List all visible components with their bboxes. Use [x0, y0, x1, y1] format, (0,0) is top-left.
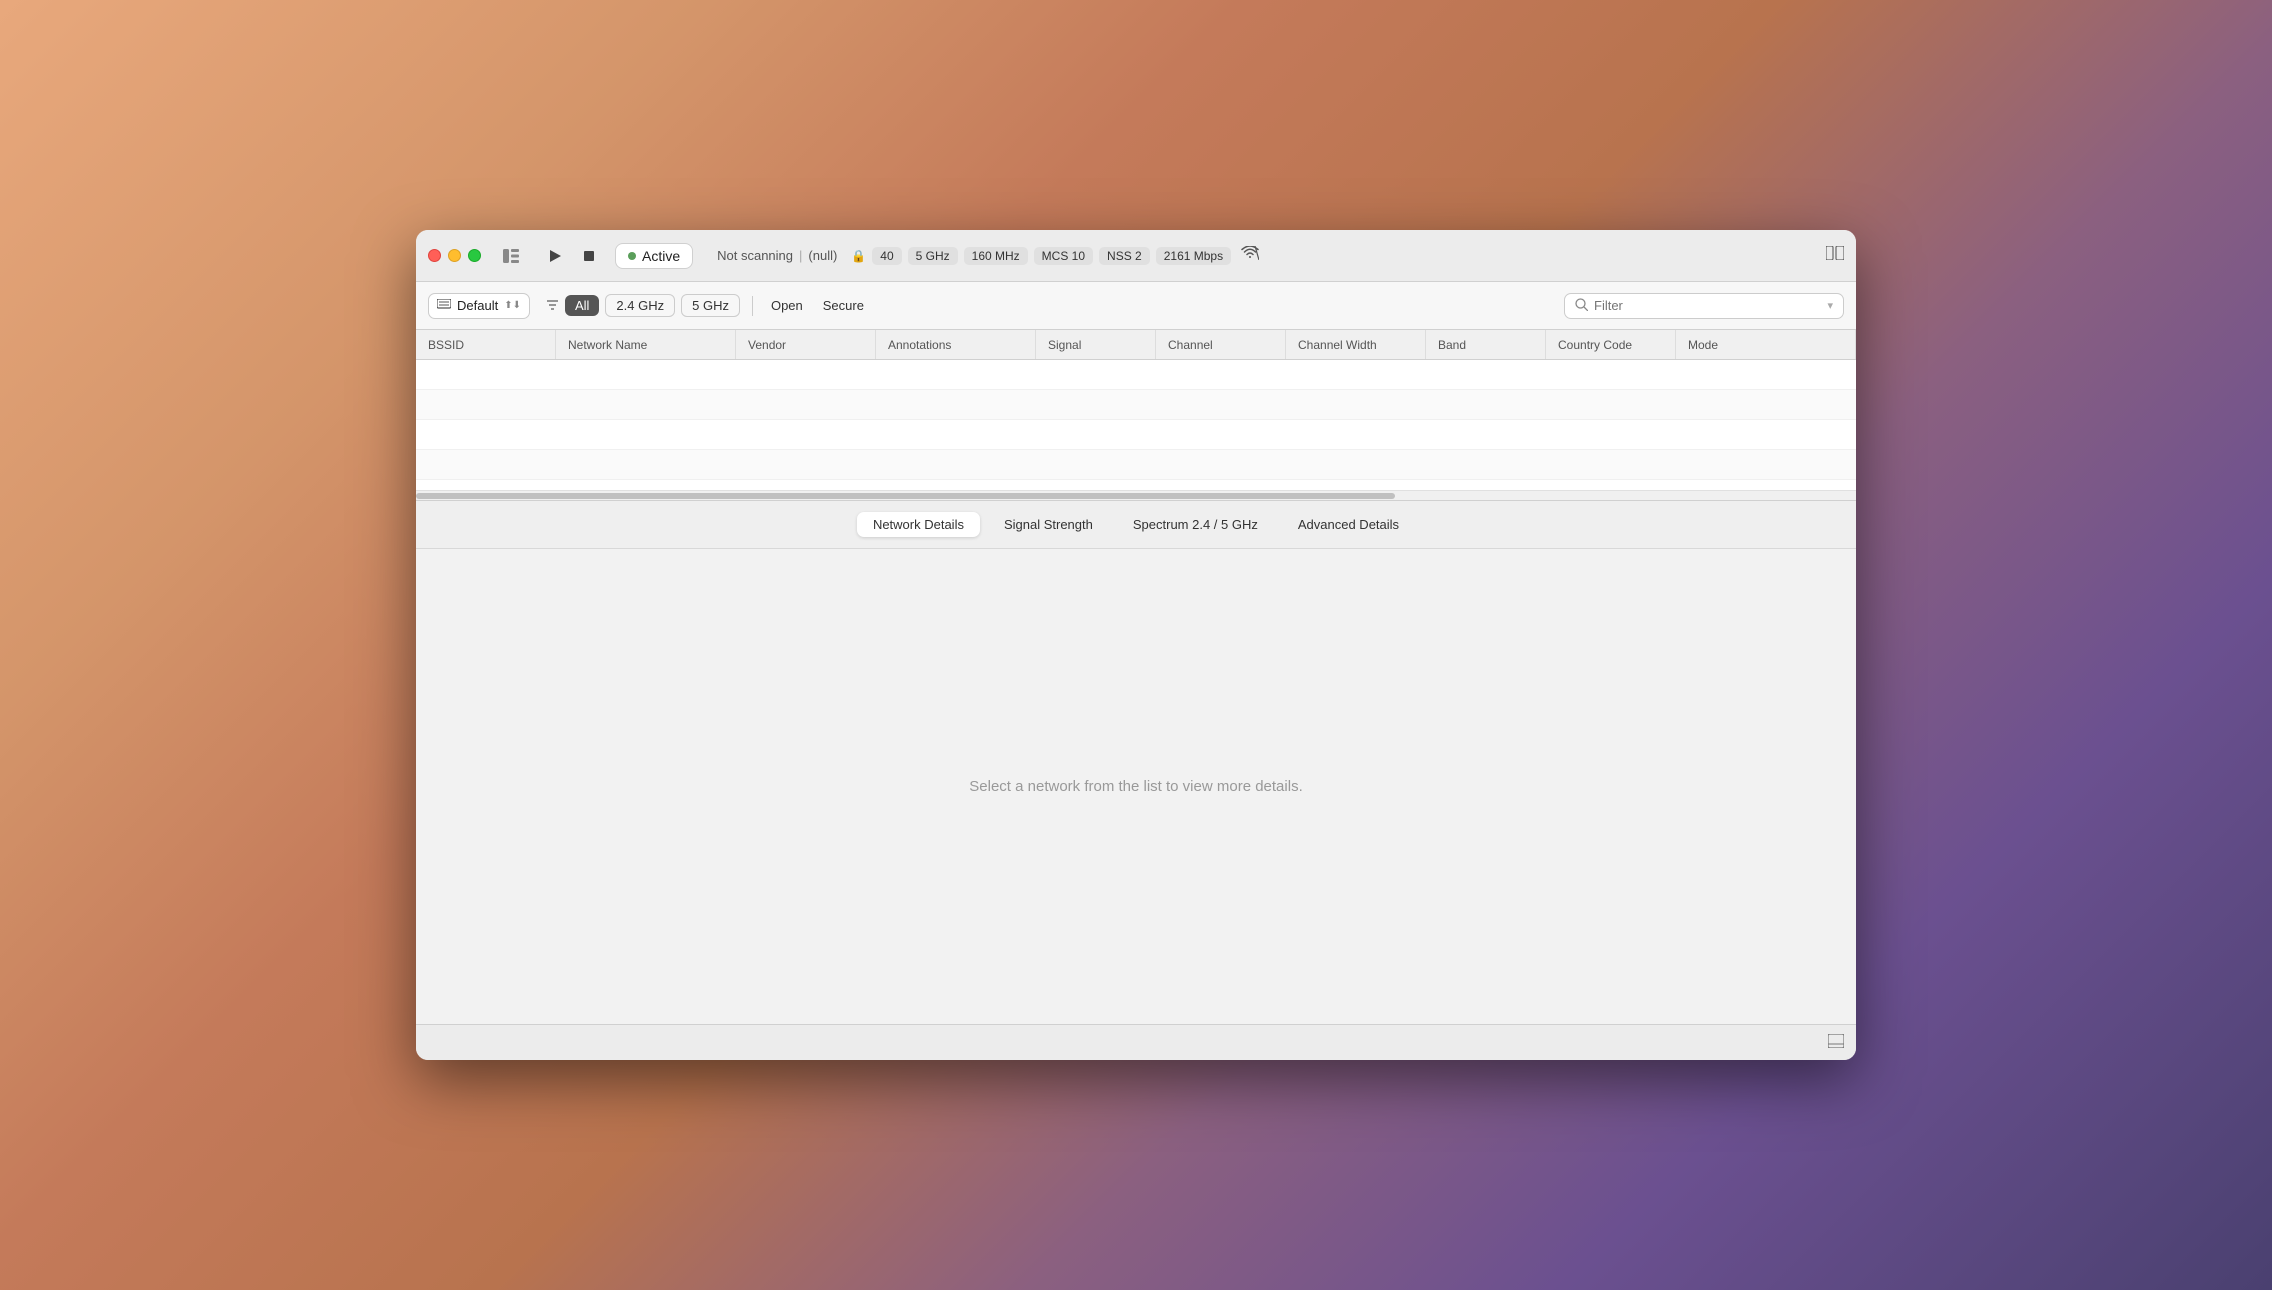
status-area: Not scanning | (null) 🔒 40 5 GHz 160 MHz… — [717, 246, 1818, 265]
toolbar-divider — [752, 296, 753, 316]
table-row[interactable] — [416, 360, 1856, 390]
traffic-lights — [428, 249, 481, 262]
col-signal: Signal — [1036, 330, 1156, 359]
table-body — [416, 360, 1856, 490]
search-area[interactable]: ▾ — [1564, 293, 1844, 319]
tab-network-details[interactable]: Network Details — [857, 512, 980, 537]
status-separator: | — [799, 248, 802, 263]
search-input[interactable] — [1594, 298, 1821, 313]
nss-badge: NSS 2 — [1099, 247, 1150, 265]
empty-state-message: Select a network from the list to view m… — [969, 778, 1302, 795]
col-annotations-label: Annotations — [888, 338, 951, 352]
filter-all-button[interactable]: All — [565, 295, 599, 316]
playback-controls — [541, 242, 603, 270]
col-bssid-label: BSSID — [428, 338, 464, 352]
col-bssid: BSSID — [416, 330, 556, 359]
bottom-icon — [1828, 1034, 1844, 1051]
table-row[interactable] — [416, 450, 1856, 480]
filter-24ghz-button[interactable]: 2.4 GHz — [605, 294, 675, 317]
bottom-bar — [416, 1024, 1856, 1060]
profile-name: Default — [457, 298, 498, 313]
col-network-name: Network Name — [556, 330, 736, 359]
profile-icon — [437, 298, 451, 314]
play-button[interactable] — [541, 242, 569, 270]
table-row[interactable] — [416, 390, 1856, 420]
profile-chevron-icon: ⬆⬇ — [504, 300, 521, 311]
scrollbar-thumb[interactable] — [416, 493, 1395, 499]
tab-spectrum[interactable]: Spectrum 2.4 / 5 GHz — [1117, 512, 1274, 537]
content-area: Select a network from the list to view m… — [416, 549, 1856, 1024]
col-signal-label: Signal — [1048, 338, 1081, 352]
stop-button[interactable] — [575, 242, 603, 270]
col-channel-width: Channel Width — [1286, 330, 1426, 359]
col-width-label: Channel Width — [1298, 338, 1377, 352]
col-country-label: Country Code — [1558, 338, 1632, 352]
wifi-icon — [1241, 246, 1259, 265]
col-network-label: Network Name — [568, 338, 647, 352]
lock-icon: 🔒 — [851, 249, 866, 263]
col-mode-label: Mode — [1688, 338, 1718, 352]
search-dropdown-icon[interactable]: ▾ — [1827, 299, 1833, 312]
tabs-bar: Network Details Signal Strength Spectrum… — [416, 501, 1856, 549]
col-channel-label: Channel — [1168, 338, 1213, 352]
search-icon — [1575, 298, 1588, 314]
channel-badge: 40 — [872, 247, 901, 265]
active-label: Active — [642, 248, 680, 264]
col-annotations: Annotations — [876, 330, 1036, 359]
active-status-badge: Active — [615, 243, 693, 269]
col-band-label: Band — [1438, 338, 1466, 352]
mcs-badge: MCS 10 — [1034, 247, 1093, 265]
table-row[interactable] — [416, 420, 1856, 450]
width-badge: 160 MHz — [964, 247, 1028, 265]
band-badge: 5 GHz — [908, 247, 958, 265]
network-name: (null) — [808, 248, 837, 263]
profile-selector[interactable]: Default ⬆⬇ — [428, 293, 530, 319]
filter-open-button[interactable]: Open — [765, 295, 809, 316]
minimize-button[interactable] — [448, 249, 461, 262]
main-window: Active Not scanning | (null) 🔒 40 5 GHz … — [416, 230, 1856, 1060]
filter-section: All 2.4 GHz 5 GHz — [546, 294, 740, 317]
col-band: Band — [1426, 330, 1546, 359]
col-vendor: Vendor — [736, 330, 876, 359]
filter-5ghz-button[interactable]: 5 GHz — [681, 294, 740, 317]
rate-badge: 2161 Mbps — [1156, 247, 1231, 265]
col-vendor-label: Vendor — [748, 338, 786, 352]
filter-secure-button[interactable]: Secure — [817, 295, 870, 316]
maximize-button[interactable] — [468, 249, 481, 262]
col-mode: Mode — [1676, 330, 1856, 359]
network-table: BSSID Network Name Vendor Annotations Si… — [416, 330, 1856, 501]
active-dot — [628, 252, 636, 260]
tab-advanced-details[interactable]: Advanced Details — [1282, 512, 1415, 537]
toolbar: Default ⬆⬇ All 2.4 GHz 5 GHz Open Secure — [416, 282, 1856, 330]
close-button[interactable] — [428, 249, 441, 262]
titlebar: Active Not scanning | (null) 🔒 40 5 GHz … — [416, 230, 1856, 282]
horizontal-scrollbar[interactable] — [416, 490, 1856, 500]
table-header: BSSID Network Name Vendor Annotations Si… — [416, 330, 1856, 360]
split-view-button[interactable] — [1826, 246, 1844, 265]
tab-signal-strength[interactable]: Signal Strength — [988, 512, 1109, 537]
filter-icon — [546, 298, 559, 314]
col-country-code: Country Code — [1546, 330, 1676, 359]
sidebar-toggle-button[interactable] — [497, 242, 525, 270]
scan-status: Not scanning — [717, 248, 793, 263]
col-channel: Channel — [1156, 330, 1286, 359]
